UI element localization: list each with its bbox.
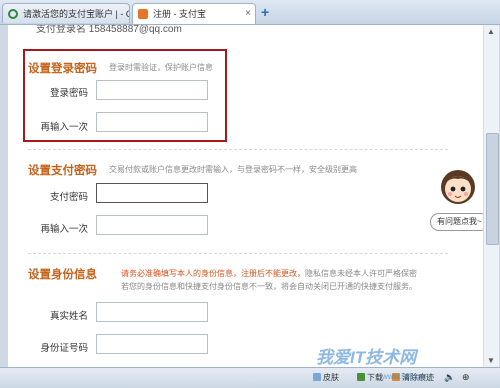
pay-hint: 交易付款或账户信息更改时需输入，与登录密码不一样，安全级别更高 [109,165,357,174]
pay-password-confirm-label: 再输入一次 [40,224,88,235]
page-content: 支付登录名 158458887@qq.com 设置登录密码 登录时需验证，保护账… [8,25,483,367]
section-divider [28,253,448,254]
close-icon[interactable]: × [245,4,251,24]
zoom-icon[interactable]: ⊕ [462,372,470,383]
tab-alipay-activate[interactable]: 请激活您的支付宝账户 | - Q [2,3,130,23]
alipay-tab-icon [138,9,148,19]
pay-password-label: 支付密码 [49,192,88,203]
login-password-input[interactable] [96,80,208,100]
site-watermark-logo: 我爱IT技术网 [316,348,417,367]
browser-tab-bar: 请激活您的支付宝账户 | - Q 注册 - 支付宝 × + [0,0,500,25]
help-bubble-button[interactable]: 有问题点我~ [430,213,483,231]
skin-button[interactable]: 皮肤 [313,372,339,383]
pay-password-confirm-input[interactable] [96,215,208,235]
status-bar: 皮肤 下载 清除痕迹 🔈 ⊕ www.52ij.com [0,367,500,388]
real-name-input[interactable] [96,302,208,322]
id-hint-strong: 请务必准确填写本人的身份信息，注册后不能更改， [121,269,305,278]
browser-tab-icon [8,9,18,19]
mascot-girl-icon[interactable] [436,163,480,207]
real-name-label: 真实姓名 [49,311,88,322]
download-label: 下载 [367,373,383,382]
vertical-scrollbar[interactable]: ▲ ▼ [483,25,499,367]
volume-icon[interactable]: 🔈 [444,372,455,383]
download-icon [357,373,365,381]
id-hint-rest: 隐私信息未经本人许可严格保密 [305,269,417,278]
site-watermark-url: www.52ij.com [382,372,431,381]
section-title-login: 设置登录密码 [28,63,97,75]
id-hint-line2: 若您的身份信息和快捷支付身份信息不一致，将会自动关闭已开通的快捷支付服务。 [121,282,417,291]
section-title-pay: 设置支付密码 [28,165,97,177]
login-password-label: 登录密码 [49,88,88,99]
login-password-confirm-label: 再输入一次 [40,122,88,133]
login-password-confirm-input[interactable] [96,112,208,132]
tab-alipay-register[interactable]: 注册 - 支付宝 × [132,3,256,24]
scroll-down-icon[interactable]: ▼ [487,356,495,365]
download-button[interactable]: 下载 [357,372,383,383]
tab-label: 请激活您的支付宝账户 | - Q [23,9,130,19]
scroll-up-icon[interactable]: ▲ [487,27,495,36]
section-title-id: 设置身份信息 [28,269,97,281]
login-name-row: 支付登录名 158458887@qq.com [36,25,182,35]
id-number-label: 身份证号码 [40,343,88,354]
scrollbar-thumb[interactable] [486,133,499,245]
skin-icon [313,373,321,381]
login-hint: 登录时需验证，保护账户信息 [109,63,213,72]
pay-password-input[interactable] [96,183,208,203]
id-hint: 请务必准确填写本人的身份信息，注册后不能更改，隐私信息未经本人许可严格保密 [121,268,417,279]
skin-label: 皮肤 [323,373,339,382]
new-tab-button[interactable]: + [261,5,269,19]
id-number-input[interactable] [96,334,208,354]
tab-label: 注册 - 支付宝 [153,9,206,19]
section-divider [28,149,448,150]
